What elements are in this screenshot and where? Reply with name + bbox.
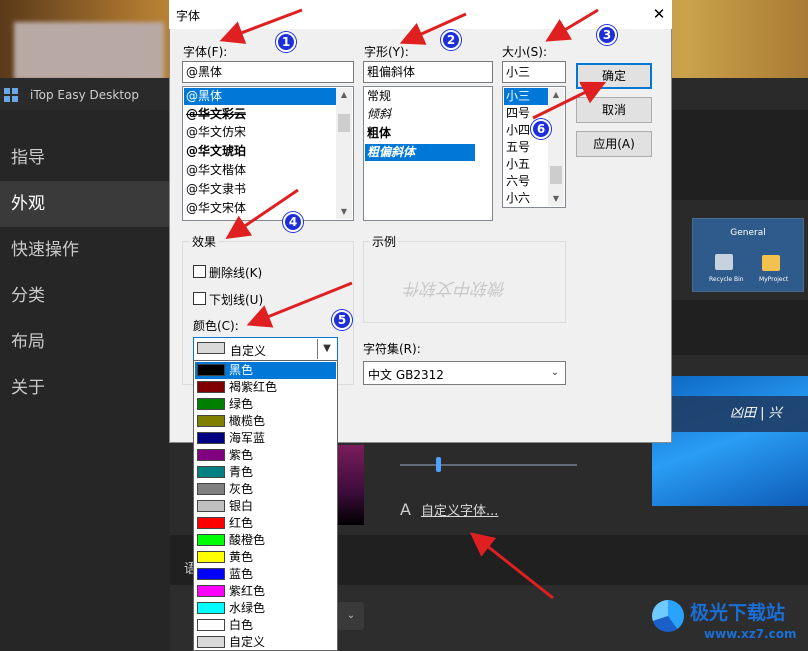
step-badge: 4 (283, 212, 303, 232)
step-badge: 5 (332, 310, 352, 330)
step-badge: 2 (441, 30, 461, 50)
step-badge: 3 (597, 25, 617, 45)
annotation-arrows (219, 8, 607, 600)
step-badge: 6 (531, 119, 551, 139)
step-badge: 1 (276, 32, 296, 52)
